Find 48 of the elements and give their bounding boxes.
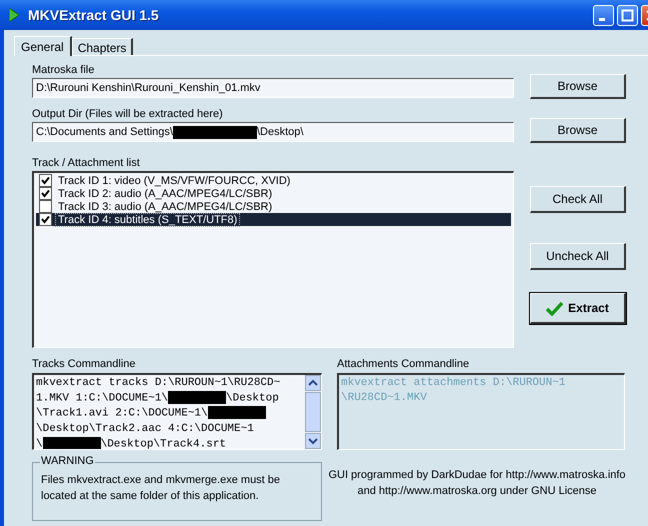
scrollbar[interactable] xyxy=(305,375,321,449)
code-line: \Track1.avi 2:C:\DOCUME~1\ xyxy=(36,406,303,422)
scroll-up-icon[interactable] xyxy=(305,375,321,391)
credits-text: and http://www.matroska.org under GNU License xyxy=(357,484,597,499)
play-icon xyxy=(9,8,19,22)
checkbox[interactable] xyxy=(39,174,52,187)
list-item[interactable]: Track ID 3: audio (A_AAC/MPEG4/LC/SBR) xyxy=(56,200,274,212)
code-line: \ \Desktop\Track4.srt xyxy=(36,436,228,449)
button[interactable]: Check All xyxy=(530,186,626,213)
field-label: Output Dir (Files will be extracted here) xyxy=(32,108,224,122)
group-title: WARNING xyxy=(40,455,95,467)
code-line: mkvextract attachments D:\RUROUN~1 xyxy=(341,376,566,391)
list-item[interactable]: Track ID 2: audio (A_AAC/MPEG4/LC/SBR) xyxy=(56,188,274,200)
tab[interactable]: General xyxy=(14,36,72,56)
code-line: \RU28CD~1.MKV xyxy=(341,391,428,406)
scroll-down-icon[interactable] xyxy=(305,433,321,449)
tab[interactable]: Chapters xyxy=(72,38,134,55)
list-item[interactable]: Track ID 4: subtitles (S_TEXT/UTF8) xyxy=(56,214,240,226)
browse-button[interactable]: Browse xyxy=(530,74,626,99)
code-line: 1.MKV 1:C:\DOCUME~1\ \Desktop xyxy=(36,391,280,406)
checkbox[interactable] xyxy=(39,200,52,213)
redaction-bar xyxy=(168,391,226,404)
maximize-button[interactable] xyxy=(617,4,638,26)
minimize-icon xyxy=(599,18,605,20)
redaction-bar xyxy=(208,406,266,420)
field-label: Matroska file xyxy=(32,64,96,78)
text-field[interactable]: D:\Rurouni Kenshin\Rurouni_Kenshin_01.mkv xyxy=(32,78,514,98)
maximize-icon xyxy=(622,9,634,21)
track-list[interactable]: Track ID 1: video (V_MS/VFW/FOURCC, XVID) Track ID 2: audio (A_AAC/MPEG4/LC/SBR) Track ID 3: audio (A_AAC/MPEG4/LC/SBR) Track ID 4: subtitles (S_TEXT/UTF8) xyxy=(32,171,514,348)
field-label: Tracks Commandline xyxy=(32,358,137,372)
credits-text: GUI programmed by DarkDudae for http://www.matroska.info xyxy=(328,468,626,483)
window-title: MKVExtract GUI 1.5 xyxy=(28,7,159,23)
text-field[interactable]: C:\Documents and Settings\ \Desktop\ xyxy=(32,122,514,142)
extract-button[interactable]: Extract xyxy=(530,293,626,324)
code-line: \Desktop\Track2.aac 4:C:\DOCUME~1 xyxy=(36,422,255,437)
list-label: Track / Attachment list xyxy=(32,157,141,171)
field-label: Attachments Commandline xyxy=(337,358,470,372)
code-line: mkvextract tracks D:\RUROUN~1\RU28CD~ xyxy=(36,376,282,391)
list-item[interactable]: Track ID 1: video (V_MS/VFW/FOURCC, XVID) xyxy=(56,174,292,186)
checkbox[interactable] xyxy=(39,187,52,200)
checkmark-icon xyxy=(546,300,564,316)
minimize-button[interactable] xyxy=(593,4,614,26)
browse-button[interactable]: Browse xyxy=(530,118,626,143)
button[interactable]: Uncheck All xyxy=(530,243,626,270)
warning-text: Files mkvextract.exe and mkvmerge.exe must be located at the same folder of this application. xyxy=(41,473,282,504)
commandline-field[interactable]: mkvextract tracks D:\RUROUN~1\RU28CD~ 1.MKV 1:C:\DOCUME~1\ \Desktop \Track1.avi 2:C:\DOCUME~1\ \Desktop\Track2.aac 4:C:\DOCUME~1 \ \Desktop\Track4.srt xyxy=(32,373,322,450)
redaction-bar xyxy=(42,436,101,449)
checkbox[interactable] xyxy=(39,213,52,226)
